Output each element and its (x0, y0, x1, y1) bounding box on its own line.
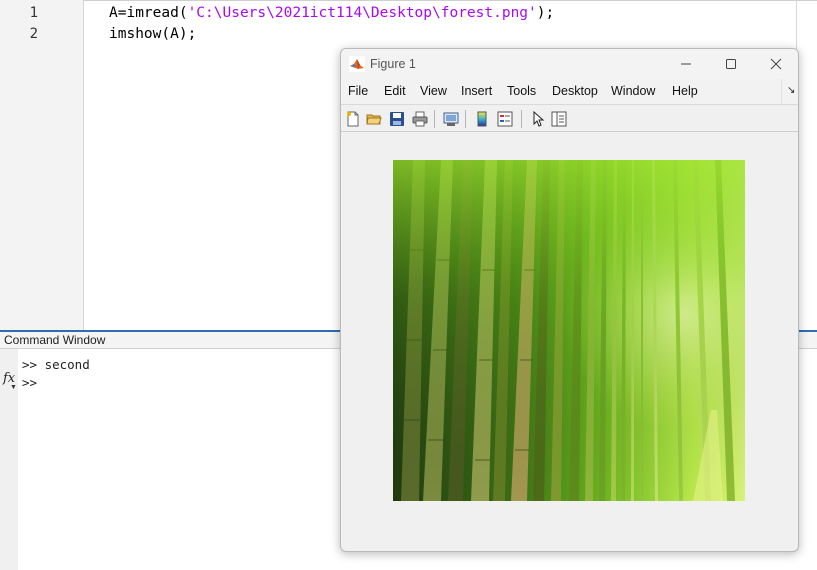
figure-title: Figure 1 (370, 57, 416, 71)
open-file-button[interactable] (365, 110, 383, 128)
save-button[interactable] (388, 110, 406, 128)
property-inspector-icon (551, 111, 567, 127)
insert-colorbar-button[interactable] (473, 110, 491, 128)
command-history-line: >> second (22, 357, 90, 372)
insert-colorbar-icon (477, 111, 487, 127)
code-line[interactable]: A=imread('C:\Users\2021ict114\Desktop\fo… (109, 5, 554, 21)
save-icon (390, 112, 404, 126)
close-icon (770, 58, 782, 70)
new-figure-button[interactable] (344, 110, 362, 128)
menu-file[interactable]: File (348, 84, 368, 98)
menu-view[interactable]: View (420, 84, 447, 98)
code-text: imshow(A); (109, 26, 197, 42)
bamboo-forest-image[interactable] (393, 160, 745, 501)
print-icon (412, 111, 428, 127)
new-figure-icon (347, 111, 359, 127)
figure-menubar: File Edit View Insert Tools Desktop Wind… (341, 79, 798, 104)
editor-top-border (0, 0, 817, 2)
maximize-icon (726, 59, 736, 69)
insert-legend-button[interactable] (496, 110, 514, 128)
command-prompt[interactable]: >> (22, 375, 37, 390)
code-text: A=imread( (109, 5, 188, 21)
command-window-gutter: fx ▼ (0, 349, 18, 570)
insert-legend-icon (497, 111, 513, 127)
menu-tools[interactable]: Tools (507, 84, 536, 98)
property-inspector-button[interactable] (550, 110, 568, 128)
minimize-icon (681, 63, 691, 65)
figure-titlebar[interactable]: Figure 1 (341, 49, 798, 79)
toolbar-separator (521, 110, 522, 128)
figure-toolbar (341, 104, 798, 132)
command-window-title: Command Window (4, 333, 106, 347)
menu-separator (781, 79, 782, 104)
menu-insert[interactable]: Insert (461, 84, 492, 98)
minimize-button[interactable] (663, 49, 709, 79)
link-plot-icon (443, 112, 459, 126)
edit-plot-button[interactable] (529, 110, 547, 128)
menu-desktop[interactable]: Desktop (552, 84, 598, 98)
toolbar-separator (434, 110, 435, 128)
menu-window[interactable]: Window (611, 84, 655, 98)
close-button[interactable] (753, 49, 798, 79)
line-number-gutter: 1 2 (0, 0, 84, 330)
edit-plot-cursor-icon (533, 111, 545, 127)
line-number: 1 (29, 5, 38, 21)
matlab-logo-icon (349, 56, 365, 72)
menu-edit[interactable]: Edit (384, 84, 406, 98)
link-plot-button[interactable] (442, 110, 460, 128)
toolbar-separator (465, 110, 466, 128)
displayed-image (393, 160, 745, 501)
figure-window[interactable]: Figure 1 File Edit View Insert Tools Des… (340, 48, 799, 552)
dock-arrow-icon[interactable]: ↘ (787, 85, 795, 96)
print-button[interactable] (411, 110, 429, 128)
code-string-literal: 'C:\Users\2021ict114\Desktop\forest.png' (187, 5, 537, 21)
maximize-button[interactable] (708, 49, 754, 79)
chevron-down-icon[interactable]: ▼ (10, 384, 17, 391)
line-number: 2 (29, 26, 38, 42)
code-line[interactable]: imshow(A); (109, 26, 196, 42)
code-text: ); (536, 5, 555, 21)
menu-help[interactable]: Help (672, 84, 698, 98)
open-file-icon (366, 114, 382, 125)
